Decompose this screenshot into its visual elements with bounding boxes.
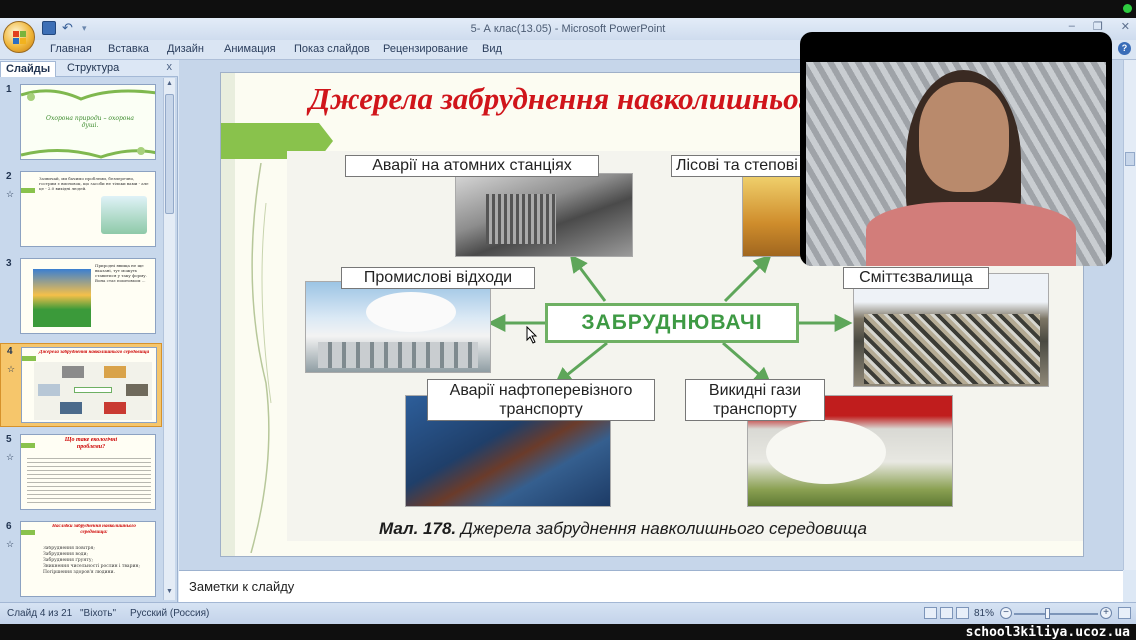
zoom-slider[interactable] <box>1014 613 1098 615</box>
zoom-out-icon[interactable]: − <box>1000 607 1012 619</box>
thumbnail-preview: Природні явища не ще вказані, тут можуть… <box>20 258 156 334</box>
site-watermark: school3kiliya.ucoz.ua <box>965 625 1130 640</box>
slide-thumbnail-5[interactable]: 5 ☆ Що таке екологічні проблеми? <box>0 432 162 512</box>
slide-number: 1 <box>6 84 12 95</box>
industrial-waste-photo <box>305 281 491 373</box>
slide-thumbnail-4[interactable]: 4 ☆ Джерела забруднення навколишнього се… <box>0 343 162 427</box>
tab-design[interactable]: Дизайн <box>167 43 204 55</box>
center-pollutants-box: ЗАБРУДНЮВАЧІ <box>545 303 799 343</box>
thumbnails-scrollbar[interactable]: ▲ ▼ <box>163 78 175 600</box>
mouse-cursor-icon <box>526 326 538 344</box>
slide-number: 2 <box>6 171 12 182</box>
vine-decoration-icon <box>250 163 272 553</box>
slide-scrollbar[interactable] <box>1123 60 1136 570</box>
thumbnail-preview: Зазвичай, ми бачимо проблеми, безперечно… <box>20 171 156 247</box>
tab-animation[interactable]: Анимация <box>224 43 276 55</box>
slide-thumb-text: Наслідки забруднення навколишнього серед… <box>52 524 136 535</box>
notes-field[interactable]: Заметки к слайду <box>179 570 1123 602</box>
slide-thumb-text: Охорона природи – охорона душі. <box>46 115 134 129</box>
fit-to-window-icon[interactable] <box>1118 607 1131 619</box>
slide-thumb-text: Що таке екологічні проблеми? <box>64 437 118 450</box>
theme-name: "Віхоть" <box>80 608 117 619</box>
help-icon[interactable]: ? <box>1118 42 1131 55</box>
tab-slideshow[interactable]: Показ слайдов <box>294 43 370 55</box>
caption-number: Мал. 178. <box>379 519 457 538</box>
office-logo-icon <box>13 31 26 44</box>
pane-tabs: Слайды Структура x <box>0 60 178 77</box>
scroll-down-icon[interactable]: ▼ <box>165 588 174 598</box>
thumbnail-preview: Що таке екологічні проблеми? <box>20 434 156 510</box>
animation-star-icon: ☆ <box>7 364 16 374</box>
slide-number: 5 <box>6 434 12 445</box>
slideshow-view-icon[interactable] <box>956 607 969 619</box>
normal-view-icon[interactable] <box>924 607 937 619</box>
label-exhaust: Викидні гази транспорту <box>685 379 825 421</box>
thumb-body-text <box>27 455 151 505</box>
nuclear-accident-photo <box>455 173 633 257</box>
thumbnail-preview: Наслідки забруднення навколишнього серед… <box>20 521 156 597</box>
thumb-image <box>101 196 147 234</box>
undo-icon[interactable]: ↶ <box>62 21 76 35</box>
close-icon[interactable]: ✕ <box>1121 20 1130 33</box>
animation-star-icon: ☆ <box>6 452 15 462</box>
animation-star-icon: ☆ <box>6 539 15 549</box>
thumbnail-preview: Охорона природи – охорона душі. <box>20 84 156 160</box>
powerpoint-window: 5- А клас(13.05) - Microsoft PowerPoint … <box>0 0 1136 640</box>
scrollbar-thumb[interactable] <box>165 94 174 214</box>
save-icon[interactable] <box>42 21 56 35</box>
zoom-level[interactable]: 81% <box>974 608 994 619</box>
tab-view[interactable]: Вид <box>482 43 502 55</box>
slide-counter: Слайд 4 из 21 <box>7 608 73 619</box>
webcam-overlay <box>800 32 1112 266</box>
label-nuclear: Аварії на атомних станціях <box>345 155 599 177</box>
figure-caption: Мал. 178. Джерела забруднення навколишнь… <box>379 519 867 539</box>
presenter-face <box>919 82 1009 192</box>
slide-number: 4 <box>7 346 13 357</box>
presenter-body <box>866 202 1076 266</box>
slide-thumb-text: Джерела забруднення навколишнього середо… <box>38 350 150 355</box>
slide-number: 3 <box>6 258 12 269</box>
thumbnail-preview: Джерела забруднення навколишнього середо… <box>21 347 157 423</box>
label-oil: Аварії нафтоперевізного транспорту <box>427 379 655 421</box>
slide-thumb-list: Забруднення повітря; Забруднення води; З… <box>43 546 153 576</box>
label-industrial: Промислові відходи <box>341 267 535 289</box>
recording-indicator-icon <box>1123 4 1132 13</box>
animation-star-icon: ☆ <box>6 189 15 199</box>
slide-thumbnail-2[interactable]: 2 ☆ Зазвичай, ми бачимо проблеми, безпер… <box>0 169 162 249</box>
slide-thumb-text: Зазвичай, ми бачимо проблеми, безперечно… <box>39 176 149 191</box>
zoom-slider-knob[interactable] <box>1045 608 1050 619</box>
notes-placeholder: Заметки к слайду <box>189 579 295 594</box>
slide-sorter-icon[interactable] <box>940 607 953 619</box>
language-indicator[interactable]: Русский (Россия) <box>130 608 209 619</box>
zoom-in-icon[interactable]: + <box>1100 607 1112 619</box>
slide-thumbnail-1[interactable]: 1 Охорона природи – охорона душі. <box>0 82 162 162</box>
thumb-diagram <box>34 362 152 420</box>
top-black-strip <box>0 0 1136 18</box>
tab-slides[interactable]: Слайды <box>0 61 57 77</box>
quick-access-toolbar: ↶ ▾ <box>42 21 96 35</box>
status-bar: Слайд 4 из 21 "Віхоть" Русский (Россия) … <box>0 602 1136 624</box>
slide-thumb-text: Природні явища не ще вказані, тут можуть… <box>95 263 147 283</box>
pane-close-icon[interactable]: x <box>167 61 173 73</box>
scrollbar-thumb[interactable] <box>1125 152 1135 166</box>
slide-thumbnail-3[interactable]: 3 Природні явища не ще вказані, тут можу… <box>0 256 162 336</box>
slide-number: 6 <box>6 521 12 532</box>
qat-dropdown-icon[interactable]: ▾ <box>82 21 96 35</box>
office-button[interactable] <box>3 21 35 53</box>
tab-home[interactable]: Главная <box>50 43 92 55</box>
tab-review[interactable]: Рецензирование <box>383 43 468 55</box>
tab-outline[interactable]: Структура <box>62 61 124 77</box>
tab-insert[interactable]: Вставка <box>108 43 149 55</box>
landfill-photo <box>853 273 1049 387</box>
list-item: Погіршення здоров'я людини. <box>43 570 115 575</box>
webcam-video <box>806 62 1106 266</box>
label-landfill: Сміттєзвалища <box>843 267 989 289</box>
scroll-up-icon[interactable]: ▲ <box>165 80 174 90</box>
caption-text: Джерела забруднення навколишнього середо… <box>456 519 867 538</box>
thumb-image <box>33 269 91 327</box>
slides-pane: Слайды Структура x 1 Охорона природи – о… <box>0 60 178 602</box>
slide-thumbnail-6[interactable]: 6 ☆ Наслідки забруднення навколишнього с… <box>0 519 162 599</box>
